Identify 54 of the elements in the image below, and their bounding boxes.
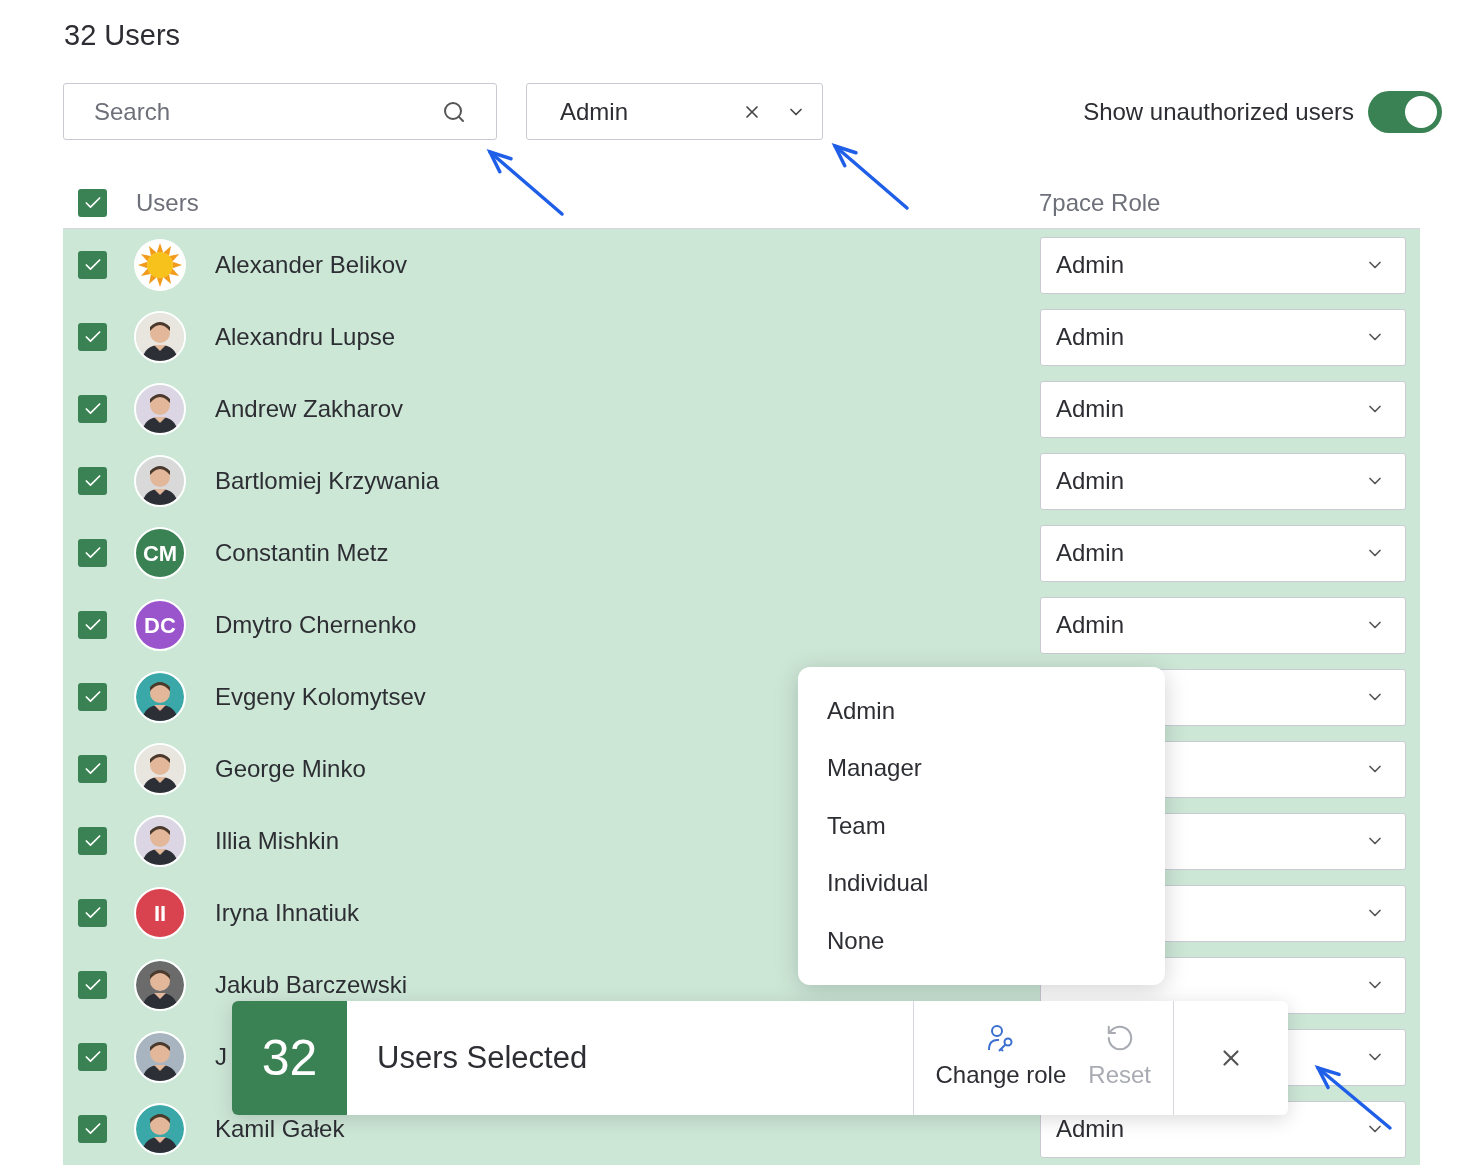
user-name: Alexander Belikov [215,250,408,280]
search-input[interactable]: Search [94,93,442,130]
user-name: Constantin Metz [215,538,389,568]
menu-item[interactable]: Admin [798,682,1165,740]
selection-label: Users Selected [377,1038,588,1077]
selected-count: 32 [232,1001,347,1115]
menu-item[interactable]: Manager [798,739,1165,797]
role-dropdown[interactable]: Admin [1040,380,1406,438]
user-name: Andrew Zakharov [215,394,404,424]
toggle-switch[interactable] [1368,90,1442,133]
checkbox[interactable] [78,467,107,495]
user-name: Alexandru Lupse [215,322,396,352]
user-name: Kamil Gałek [215,1114,345,1144]
page-title: 32 Users [64,18,181,53]
role-dropdown[interactable]: Admin [1040,596,1406,654]
checkbox[interactable] [78,971,107,999]
checkbox[interactable] [78,251,107,279]
checkbox[interactable] [78,611,107,639]
user-name: Evgeny Kolomytsev [215,682,426,712]
user-name: Illia Mishkin [215,826,340,856]
checkbox[interactable] [78,1115,107,1143]
role-dropdown[interactable]: Admin [1040,308,1406,366]
user-name: George Minko [215,754,366,784]
search-field[interactable]: Search [63,83,497,140]
user-name: J [215,1042,227,1072]
role-filter-dropdown[interactable]: Admin [526,83,823,140]
checkbox[interactable] [78,188,107,217]
user-name: Jakub Barczewski [215,970,408,1000]
checkbox[interactable] [78,683,107,711]
sun-icon [134,239,186,291]
toggle-label: Show unauthorized users [1083,96,1354,127]
checkbox[interactable] [78,539,107,567]
search-icon [442,99,466,124]
role-dropdown[interactable]: Admin [1040,452,1406,510]
checkbox[interactable] [78,395,107,423]
user-name: Dmytro Chernenko [215,610,417,640]
avatar-initials: II [134,887,186,939]
role-dropdown[interactable]: Admin [1040,524,1406,582]
user-name: Bartlomiej Krzywania [215,466,440,496]
role-dropdown[interactable]: Admin [1040,236,1406,294]
avatar-initials: DC [134,599,186,651]
checkbox[interactable] [78,899,107,927]
action-button[interactable]: Change role [935,1023,1067,1093]
user-name: Iryna Ihnatiuk [215,898,360,928]
checkbox[interactable] [78,323,107,351]
menu-item[interactable]: None [798,912,1165,970]
menu-item[interactable]: Team [798,797,1165,855]
checkbox[interactable] [78,755,107,783]
menu-item[interactable]: Individual [798,854,1165,912]
checkbox[interactable] [78,1043,107,1071]
column-header: Users [136,187,199,218]
checkbox[interactable] [78,827,107,855]
avatar-initials: CM [134,527,186,579]
column-header: 7pace Role [1039,187,1162,218]
